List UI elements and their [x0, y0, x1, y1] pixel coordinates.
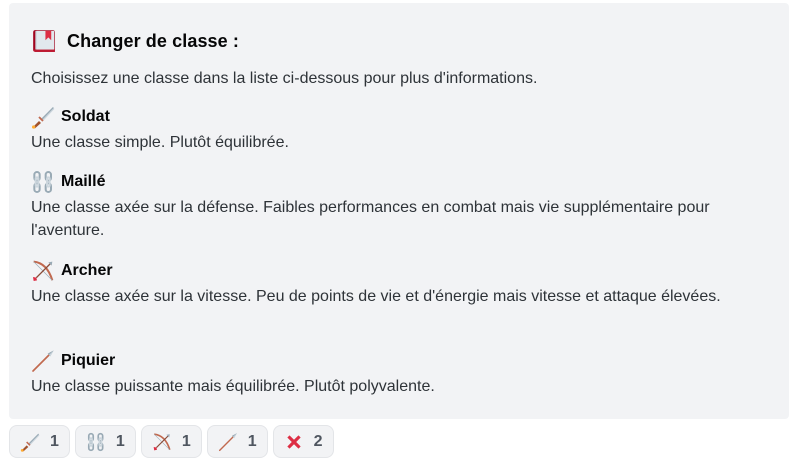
- reaction-bow-button[interactable]: 1: [140, 425, 202, 458]
- reaction-spear-button[interactable]: 1: [206, 425, 268, 458]
- class-heading: Piquier: [31, 348, 773, 374]
- class-name: Soldat: [61, 108, 110, 125]
- bow-and-arrow-icon: [152, 432, 172, 452]
- chains-icon: [31, 170, 55, 194]
- class-name: Maillé: [61, 173, 106, 190]
- class-heading: Soldat: [31, 104, 773, 130]
- class-section-maille: Maillé Une classe axée sur la défense. F…: [31, 169, 773, 242]
- bow-and-arrow-icon: [31, 259, 55, 283]
- spear-icon: [218, 432, 238, 452]
- class-description: Une classe puissante mais équilibrée. Pl…: [31, 378, 435, 395]
- embed-description: Choisissez une classe dans la liste ci-d…: [31, 70, 538, 87]
- class-name: Piquier: [61, 352, 116, 369]
- class-section-soldat: Soldat Une classe simple. Plutôt équilib…: [31, 104, 773, 154]
- embed-card: Changer de classe : Choisissez une class…: [9, 3, 789, 419]
- class-section-piquier: Piquier Une classe puissante mais équili…: [31, 348, 773, 398]
- spear-icon: [31, 349, 55, 373]
- embed-title: Changer de classe :: [67, 30, 239, 51]
- reaction-count: 1: [247, 432, 257, 450]
- reaction-bar: 1 1 1 1 2: [9, 425, 334, 458]
- dagger-icon: [31, 105, 55, 129]
- class-description: Une classe axée sur la vitesse. Peu de p…: [31, 288, 721, 305]
- class-description: Une classe axée sur la défense. Faibles …: [31, 199, 710, 239]
- embed-title-row: Changer de classe :: [31, 26, 773, 56]
- class-heading: Archer: [31, 258, 773, 284]
- reaction-count: 1: [115, 432, 125, 450]
- class-heading: Maillé: [31, 169, 773, 195]
- class-section-archer: Archer Une classe axée sur la vitesse. P…: [31, 258, 773, 308]
- embed-content: Changer de classe : Choisissez une class…: [31, 26, 773, 395]
- reaction-cross-button[interactable]: 2: [272, 425, 334, 458]
- reaction-count: 1: [181, 432, 191, 450]
- reaction-dagger-button[interactable]: 1: [9, 425, 70, 458]
- chains-icon: [86, 432, 106, 452]
- reaction-chains-button[interactable]: 1: [74, 425, 136, 458]
- reaction-count: 1: [50, 432, 59, 450]
- cross-mark-icon: [284, 432, 304, 452]
- reaction-count: 2: [313, 432, 323, 450]
- book-icon: [31, 28, 57, 54]
- class-name: Archer: [61, 262, 113, 279]
- class-description: Une classe simple. Plutôt équilibrée.: [31, 134, 289, 151]
- dagger-icon: [20, 432, 40, 452]
